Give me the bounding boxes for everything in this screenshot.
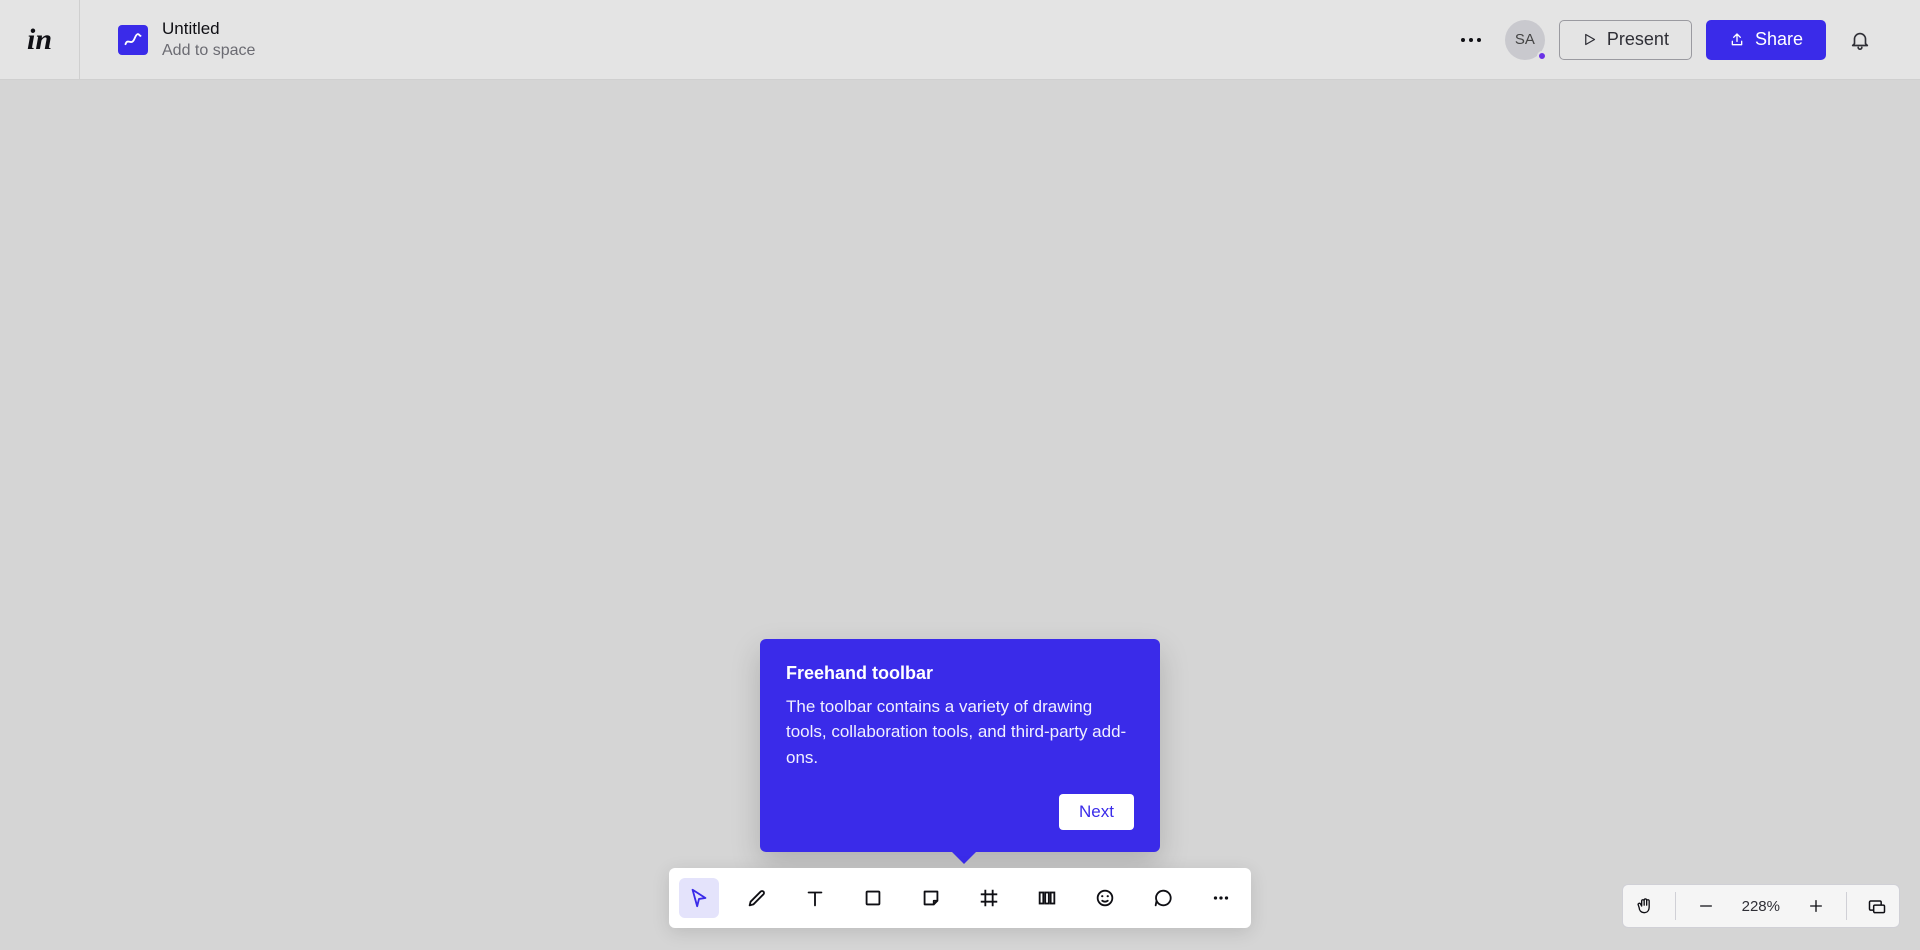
zoom-in-button[interactable] bbox=[1798, 888, 1834, 924]
header-more-button[interactable] bbox=[1451, 20, 1491, 60]
freehand-icon bbox=[123, 30, 143, 50]
sticky-tool[interactable] bbox=[911, 878, 951, 918]
zoom-out-button[interactable] bbox=[1688, 888, 1724, 924]
rect-icon bbox=[862, 887, 884, 909]
dots-icon bbox=[1210, 887, 1232, 909]
add-to-space-link[interactable]: Add to space bbox=[162, 41, 255, 61]
more-icon bbox=[1461, 38, 1481, 42]
document-icon[interactable] bbox=[118, 25, 148, 55]
popover-next-button[interactable]: Next bbox=[1059, 794, 1134, 830]
pointer-icon bbox=[688, 887, 710, 909]
notifications-button[interactable] bbox=[1840, 20, 1880, 60]
divider bbox=[1675, 892, 1676, 920]
divider bbox=[1846, 892, 1847, 920]
app-logo[interactable]: in bbox=[0, 0, 80, 80]
emoji-icon bbox=[1094, 887, 1116, 909]
plus-icon bbox=[1808, 898, 1824, 914]
play-icon bbox=[1582, 32, 1597, 47]
avatar-initials: SA bbox=[1515, 31, 1535, 48]
invision-logo-icon: in bbox=[27, 25, 52, 55]
app-header: in Untitled Add to space SA bbox=[0, 0, 1920, 80]
columns-icon bbox=[1036, 887, 1058, 909]
popover-title: Freehand toolbar bbox=[786, 663, 1134, 684]
share-icon bbox=[1729, 32, 1745, 48]
pencil-tool[interactable] bbox=[737, 878, 777, 918]
note-icon bbox=[920, 887, 942, 909]
pan-hand-button[interactable] bbox=[1627, 888, 1663, 924]
user-avatar[interactable]: SA bbox=[1505, 20, 1545, 60]
viewport-controls: 228% bbox=[1622, 884, 1900, 928]
more-tool[interactable] bbox=[1201, 878, 1241, 918]
minus-icon bbox=[1698, 898, 1714, 914]
freehand-toolbar bbox=[669, 868, 1251, 928]
share-button[interactable]: Share bbox=[1706, 20, 1826, 60]
frame-icon bbox=[978, 887, 1000, 909]
canvas[interactable]: in Untitled Add to space SA bbox=[0, 0, 1920, 950]
comment-icon bbox=[1152, 887, 1174, 909]
fit-icon bbox=[1867, 896, 1887, 916]
text-tool[interactable] bbox=[795, 878, 835, 918]
pointer-tool[interactable] bbox=[679, 878, 719, 918]
shape-tool[interactable] bbox=[853, 878, 893, 918]
text-icon bbox=[804, 887, 826, 909]
onboarding-popover: Freehand toolbar The toolbar contains a … bbox=[760, 639, 1160, 853]
bell-icon bbox=[1849, 29, 1871, 51]
zoom-percent[interactable]: 228% bbox=[1736, 888, 1786, 924]
align-tool[interactable] bbox=[1027, 878, 1067, 918]
frame-tool[interactable] bbox=[969, 878, 1009, 918]
hand-icon bbox=[1635, 896, 1655, 916]
pencil-icon bbox=[746, 887, 768, 909]
fit-view-button[interactable] bbox=[1859, 888, 1895, 924]
popover-body: The toolbar contains a variety of drawin… bbox=[786, 694, 1134, 771]
comment-tool[interactable] bbox=[1143, 878, 1183, 918]
present-label: Present bbox=[1607, 29, 1669, 50]
share-label: Share bbox=[1755, 29, 1803, 50]
present-button[interactable]: Present bbox=[1559, 20, 1692, 60]
presence-dot-icon bbox=[1537, 51, 1547, 61]
document-title[interactable]: Untitled bbox=[162, 18, 255, 39]
sticker-tool[interactable] bbox=[1085, 878, 1125, 918]
